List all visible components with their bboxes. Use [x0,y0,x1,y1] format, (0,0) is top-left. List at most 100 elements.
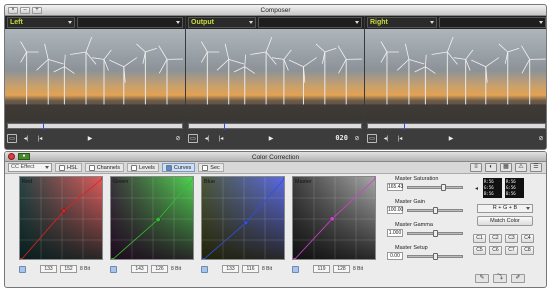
curve-graph[interactable]: Blue [201,176,285,260]
curve-input-value[interactable]: 133 [40,265,57,273]
tab-checkbox[interactable] [202,164,209,171]
no-entry-icon[interactable]: ⊘ [536,134,546,143]
curve-input-value[interactable]: 119 [313,265,330,273]
frame-icon[interactable]: ▭ [7,133,17,143]
monitor-viewer[interactable] [186,29,364,121]
slider-label: Master Setup [395,245,428,251]
tab-label: Channels [96,164,120,171]
play-icon[interactable]: ▶ [266,134,276,143]
monitor-source-select[interactable]: Left [7,17,75,28]
step-back-icon[interactable]: |◂ [35,134,45,143]
curve-input-value[interactable]: 143 [131,265,148,273]
slider-handle[interactable] [433,207,438,214]
color-preset-c6[interactable]: C6 [489,246,502,255]
tab-sec[interactable]: Sec [198,163,224,172]
curve-footer: 133 116 8 Bit [201,264,301,274]
monitor-viewer[interactable] [365,29,546,121]
slider-handle[interactable] [441,184,446,191]
timeline-scrubber[interactable] [188,123,362,130]
color-preset-c4[interactable]: C4 [521,234,534,243]
slider-master-saturation: Master Saturation 165.43 [387,176,465,197]
timeline-scrubber[interactable] [367,123,546,130]
previous-edit-icon[interactable]: ◂| [381,134,391,143]
slider-handle[interactable] [433,230,438,237]
monitor-clip-select[interactable] [77,17,183,28]
chevron-down-icon [68,21,72,24]
slider-track[interactable] [407,207,463,214]
composer-title: Composer [260,7,291,14]
curve-output-value[interactable]: 128 [333,265,350,273]
no-entry-icon[interactable]: ⊘ [173,134,183,143]
color-preset-c2[interactable]: C2 [489,234,502,243]
slider-track[interactable] [407,184,463,191]
tab-hsl[interactable]: HSL [55,163,82,172]
color-preset-c3[interactable]: C3 [505,234,518,243]
effect-select[interactable]: CC Effect [8,163,52,172]
arrow-left-icon[interactable]: ◂ [475,185,478,192]
slider-value-field[interactable]: 165.43 [387,183,403,191]
curve-graph[interactable]: Red [19,176,103,260]
bit-depth-label: 8 Bit [353,266,364,272]
curve-output-value[interactable]: 152 [60,265,77,273]
monitor-viewer[interactable] [5,29,185,121]
list-icon[interactable]: ≡ [470,163,482,172]
slider-handle[interactable] [433,253,438,260]
warning-icon[interactable]: ⚠ [515,163,527,172]
eyedropper-alt-icon[interactable]: ✐ [511,274,525,283]
tab-channels[interactable]: Channels [84,163,124,172]
tab-checkbox[interactable] [165,164,172,171]
slider-value-field[interactable]: 1.000 [387,229,403,237]
grid-icon[interactable]: ▦ [500,163,512,172]
tab-checkbox[interactable] [130,164,137,171]
toolbar-right-icons: ≡ ◐ ▦ ⚠ ☰ [470,163,542,172]
frame-icon[interactable]: ▭ [367,133,377,143]
slider-value-field[interactable]: 0.00 [387,252,403,260]
play-icon[interactable]: ▶ [85,134,95,143]
curve-graph[interactable]: Green [110,176,194,260]
monitor-source-select[interactable]: Right [367,17,437,28]
color-preset-c1[interactable]: C1 [473,234,486,243]
color-preset-c5[interactable]: C5 [473,246,486,255]
formula-select[interactable]: R + G + B [477,204,533,213]
previous-edit-icon[interactable]: ◂| [202,134,212,143]
compare-icon[interactable]: ◐ [485,163,497,172]
curve-enable-checkbox[interactable] [201,265,208,273]
slider-track[interactable] [407,230,463,237]
curve-input-value[interactable]: 133 [222,265,239,273]
transfer-icon[interactable]: ⤵ [493,274,507,283]
menu-icon[interactable]: ☰ [530,163,542,172]
playhead[interactable] [43,123,44,130]
play-icon[interactable]: ▶ [446,134,456,143]
chevron-down-icon [430,21,434,24]
previous-edit-icon[interactable]: ◂| [21,134,31,143]
slider-track[interactable] [407,253,463,260]
curve-output-value[interactable]: 116 [242,265,259,273]
timeline-scrubber[interactable] [7,123,183,130]
color-preset-c8[interactable]: C8 [521,246,534,255]
monitor-source-select[interactable]: Output [188,17,256,28]
curve-enable-checkbox[interactable] [110,265,117,273]
monitor-clip-select[interactable] [258,17,362,28]
eyedropper-icon[interactable]: ✎ [475,274,489,283]
step-back-icon[interactable]: |◂ [395,134,405,143]
tab-checkbox[interactable] [88,164,95,171]
slider-master-gamma: Master Gamma 1.000 [387,222,465,243]
curve-output-value[interactable]: 126 [151,265,168,273]
curve-graph[interactable]: Master [292,176,376,260]
tab-levels[interactable]: Levels [126,163,159,172]
slider-value-field[interactable]: 100.00 [387,206,403,214]
curve-enable-checkbox[interactable] [19,265,26,273]
transport-controls: ▭ ◂| |◂ ▶ 020 ⊘ [188,131,362,145]
no-entry-icon[interactable]: ⊘ [352,134,362,143]
playhead[interactable] [404,123,405,130]
tab-checkbox[interactable] [59,164,65,171]
color-preset-c7[interactable]: C7 [505,246,518,255]
playhead[interactable] [224,123,225,130]
chevron-down-icon [355,21,359,24]
frame-icon[interactable]: ▭ [188,133,198,143]
step-back-icon[interactable]: |◂ [216,134,226,143]
match-color-button[interactable]: Match Color [477,216,533,226]
tab-curves[interactable]: Curves [161,163,196,172]
monitor-clip-select[interactable] [439,17,546,28]
curve-enable-checkbox[interactable] [292,265,299,273]
